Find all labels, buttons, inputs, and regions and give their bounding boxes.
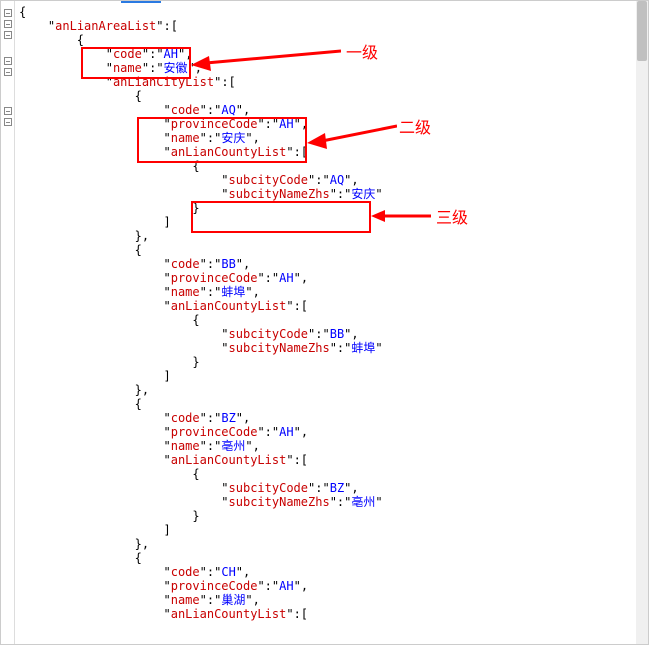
tab-bar bbox=[1, 1, 648, 4]
fold-toggle-icon[interactable] bbox=[4, 107, 12, 115]
scrollbar-thumb[interactable] bbox=[637, 1, 647, 61]
fold-toggle-icon[interactable] bbox=[4, 118, 12, 126]
fold-toggle-icon[interactable] bbox=[4, 57, 12, 65]
annotation-level2: 二级 bbox=[399, 114, 431, 138]
annotation-level3: 三级 bbox=[436, 204, 468, 228]
json-code-view[interactable]: { "anLianAreaList":[ { "code":"AH", "nam… bbox=[19, 5, 648, 621]
fold-toggle-icon[interactable] bbox=[4, 9, 12, 17]
active-tab-indicator bbox=[121, 1, 161, 3]
annotation-level1: 一级 bbox=[346, 39, 378, 63]
fold-gutter[interactable] bbox=[1, 1, 15, 644]
vertical-scrollbar[interactable] bbox=[636, 1, 648, 644]
fold-toggle-icon[interactable] bbox=[4, 31, 12, 39]
fold-toggle-icon[interactable] bbox=[4, 68, 12, 76]
fold-toggle-icon[interactable] bbox=[4, 20, 12, 28]
